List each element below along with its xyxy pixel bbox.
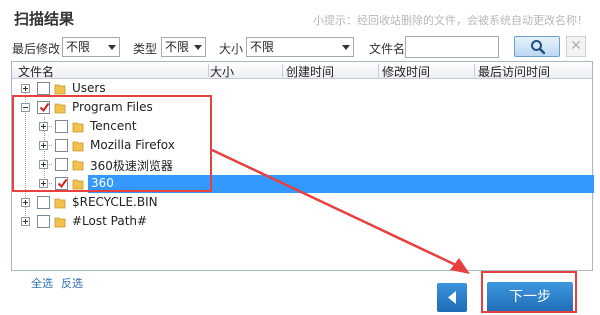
tree-row-label: 360 (91, 176, 114, 190)
chevron-down-icon (342, 45, 350, 50)
tree-row-label: Users (72, 81, 106, 95)
type-label: 类型 (133, 42, 158, 56)
checkbox[interactable] (55, 139, 68, 152)
tree-row-users[interactable]: Users (12, 79, 592, 98)
back-button[interactable] (437, 283, 467, 312)
column-header: 文件名 大小 创建时间 修改时间 最后访问时间 (12, 62, 592, 79)
search-button[interactable] (514, 36, 560, 57)
chevron-down-icon (194, 45, 202, 50)
folder-icon (72, 179, 84, 190)
tree-row-label: Program Files (72, 100, 153, 114)
file-tree-panel: 文件名 大小 创建时间 修改时间 最后访问时间 Users Program Fi… (11, 61, 594, 271)
checkbox[interactable] (55, 177, 68, 190)
folder-icon (72, 122, 84, 133)
expand-icon[interactable] (21, 217, 30, 226)
size-label: 大小 (219, 42, 244, 56)
column-last-access[interactable]: 最后访问时间 (478, 63, 550, 80)
type-value: 不限 (165, 40, 190, 54)
type-select[interactable]: 不限 (161, 37, 206, 57)
tree-row-label: #Lost Path# (72, 214, 148, 228)
checkmark-icon (39, 102, 50, 113)
tree-row-label: 360极速浏览器 (90, 159, 173, 173)
search-icon (531, 40, 546, 55)
expand-icon[interactable] (21, 84, 30, 93)
expand-icon[interactable] (39, 160, 48, 169)
size-select[interactable]: 不限 (246, 37, 354, 57)
checkbox[interactable] (55, 158, 68, 171)
expand-icon[interactable] (39, 122, 48, 131)
chevron-down-icon (108, 45, 116, 50)
tree-row-lost-path[interactable]: #Lost Path# (12, 212, 592, 231)
tree-row-program-files[interactable]: Program Files (12, 98, 592, 117)
checkbox[interactable] (37, 196, 50, 209)
selection-highlight (88, 175, 594, 193)
clear-button[interactable]: ✕ (566, 36, 586, 57)
last-modified-value: 不限 (66, 40, 91, 54)
expand-icon[interactable] (39, 179, 48, 188)
page-title: 扫描结果 (14, 10, 75, 28)
folder-icon (54, 84, 66, 95)
checkbox[interactable] (55, 120, 68, 133)
folder-icon (54, 198, 66, 209)
invert-select-link[interactable]: 反选 (61, 275, 83, 291)
tree-row-mozilla-firefox[interactable]: Mozilla Firefox (12, 136, 592, 155)
expand-icon[interactable] (39, 141, 48, 150)
tree-row-label: Mozilla Firefox (90, 138, 175, 152)
tree-row-360-browser[interactable]: 360极速浏览器 (12, 155, 592, 174)
folder-icon (72, 160, 84, 171)
tree-row-tencent[interactable]: Tencent (12, 117, 592, 136)
tip-text: 小提示：经回收站删除的文件，会被系统自动更改名称！ (313, 14, 588, 27)
expand-icon[interactable] (21, 198, 30, 207)
tree-row-label: $RECYCLE.BIN (72, 195, 158, 209)
tree-row-label: Tencent (90, 119, 137, 133)
close-icon: ✕ (570, 38, 582, 54)
column-filename[interactable]: 文件名 (18, 63, 54, 80)
folder-icon (54, 103, 66, 114)
collapse-icon[interactable] (21, 103, 30, 112)
column-size[interactable]: 大小 (210, 63, 234, 80)
next-button[interactable]: 下一步 (487, 282, 573, 312)
last-modified-select[interactable]: 不限 (62, 37, 120, 57)
tree-row-360[interactable]: 360 (12, 174, 594, 193)
checkbox[interactable] (37, 82, 50, 95)
back-arrow-icon (448, 291, 456, 304)
filename-label: 文件名 (369, 42, 406, 56)
last-modified-label: 最后修改 (12, 42, 61, 56)
column-modified[interactable]: 修改时间 (382, 63, 430, 80)
tree-row-recycle-bin[interactable]: $RECYCLE.BIN (12, 193, 592, 212)
checkbox[interactable] (37, 101, 50, 114)
checkmark-icon (57, 178, 68, 189)
folder-icon (54, 217, 66, 228)
folder-icon (72, 141, 84, 152)
filename-input[interactable] (405, 36, 499, 58)
column-created[interactable]: 创建时间 (286, 63, 334, 80)
select-all-link[interactable]: 全选 (31, 275, 53, 291)
checkbox[interactable] (37, 215, 50, 228)
size-value: 不限 (250, 40, 275, 54)
